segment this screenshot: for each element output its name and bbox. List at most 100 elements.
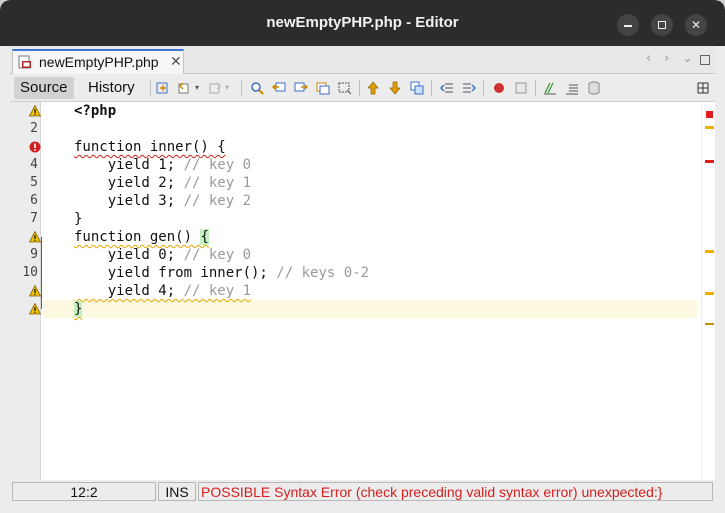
maximize-icon xyxy=(658,21,666,29)
code-text: function gen() xyxy=(74,229,201,245)
line-number: 5 xyxy=(30,175,38,190)
editor-toolbar: Source History ▾ ▾ xyxy=(10,74,715,102)
toolbar-separator xyxy=(241,80,242,96)
code-line[interactable]: } xyxy=(74,210,82,228)
editor-window: newEmptyPHP.php - Editor ✕ newEmptyPHP.p… xyxy=(0,0,725,513)
line-number: 4 xyxy=(30,157,38,172)
tab-bar: newEmptyPHP.php ✕ ‹ › ⌄ xyxy=(10,46,715,74)
next-bookmark-icon[interactable] xyxy=(388,81,402,95)
toggle-bookmark-icon[interactable] xyxy=(410,81,424,95)
warning-marker[interactable] xyxy=(705,126,714,129)
previous-bookmark-icon[interactable] xyxy=(366,81,380,95)
warning-icon[interactable] xyxy=(29,231,41,243)
code-text: yield from inner(); xyxy=(74,265,277,281)
split-editor-icon[interactable] xyxy=(696,81,710,95)
maximize-editor-icon[interactable] xyxy=(700,55,710,65)
code-comment: // key 1 xyxy=(183,283,252,299)
line-number: 2 xyxy=(30,121,38,136)
code-line[interactable]: yield 4; // key 1 xyxy=(74,282,251,300)
tab-scroll-right-icon[interactable]: › xyxy=(664,51,669,66)
forward-dropdown-icon[interactable]: ▾ xyxy=(225,83,239,97)
code-comment: // keys 0-2 xyxy=(276,265,370,281)
caret-position-marker[interactable] xyxy=(705,323,714,325)
title-bar[interactable]: newEmptyPHP.php - Editor ✕ xyxy=(0,0,725,46)
php-file-icon xyxy=(18,55,31,69)
find-selection-icon[interactable] xyxy=(250,81,264,95)
code-line[interactable]: <?php xyxy=(74,102,116,120)
find-next-icon[interactable] xyxy=(294,81,308,95)
matching-brace: } xyxy=(74,301,83,317)
code-line[interactable]: yield from inner(); // keys 0-2 xyxy=(74,264,369,282)
insert-mode[interactable]: INS xyxy=(158,482,196,501)
database-icon[interactable] xyxy=(587,81,601,95)
line-number: 7 xyxy=(30,211,38,226)
line-number: 6 xyxy=(30,193,38,208)
status-bar: 12:2 INS POSSIBLE Syntax Error (check pr… xyxy=(10,480,715,503)
line-number: 10 xyxy=(22,265,38,280)
code-line[interactable]: yield 0; // key 0 xyxy=(74,246,251,264)
comment-icon[interactable] xyxy=(543,81,557,95)
error-summary-marker[interactable] xyxy=(706,111,713,118)
forward-icon[interactable] xyxy=(208,81,222,95)
error-stripe[interactable] xyxy=(701,102,715,480)
code-line[interactable]: } xyxy=(74,300,83,318)
code-comment: // key 1 xyxy=(183,175,252,191)
error-icon[interactable] xyxy=(29,141,41,153)
code-line[interactable]: yield 2; // key 1 xyxy=(74,174,251,192)
code-line[interactable]: yield 3; // key 2 xyxy=(74,192,251,210)
toolbar-separator xyxy=(431,80,432,96)
warning-bulb-icon[interactable] xyxy=(29,105,41,117)
code-line[interactable]: function inner() { xyxy=(74,138,226,156)
current-line-highlight xyxy=(43,300,697,318)
tab-close-icon[interactable]: ✕ xyxy=(170,54,182,70)
warning-icon[interactable] xyxy=(29,285,41,297)
code-comment: // key 0 xyxy=(183,247,252,263)
toolbar-separator xyxy=(359,80,360,96)
status-message: POSSIBLE Syntax Error (check preceding v… xyxy=(198,482,713,501)
toolbar-separator xyxy=(483,80,484,96)
warning-marker[interactable] xyxy=(705,250,714,253)
matching-brace: { xyxy=(200,229,209,245)
tab-newemptyphp[interactable]: newEmptyPHP.php ✕ xyxy=(12,49,184,74)
toggle-highlight-icon[interactable] xyxy=(316,81,330,95)
code-comment: // key 0 xyxy=(183,157,252,173)
source-view-button[interactable]: Source xyxy=(14,77,74,99)
tab-label: newEmptyPHP.php xyxy=(39,54,159,70)
code-comment: // key 2 xyxy=(183,193,252,209)
shift-left-icon[interactable] xyxy=(440,81,454,95)
toolbar-separator xyxy=(150,80,151,96)
close-button[interactable]: ✕ xyxy=(685,14,707,36)
code-text: yield 0; xyxy=(74,247,184,263)
code-text: yield 1; xyxy=(74,157,184,173)
code-editor[interactable]: 2 4 5 6 7 9 10 <?php function inner() { … xyxy=(10,102,715,480)
rectangular-selection-icon[interactable] xyxy=(338,81,352,95)
uncomment-icon[interactable] xyxy=(565,81,579,95)
caret-position[interactable]: 12:2 xyxy=(12,482,156,501)
code-text: inner() { xyxy=(149,139,226,155)
shift-right-icon[interactable] xyxy=(462,81,476,95)
maximize-button[interactable] xyxy=(651,14,673,36)
error-marker[interactable] xyxy=(705,160,714,163)
tab-scroll-left-icon[interactable]: ‹ xyxy=(646,51,651,66)
code-line[interactable]: yield 1; // key 0 xyxy=(74,156,251,174)
close-icon: ✕ xyxy=(690,18,702,32)
code-line[interactable]: function gen() { xyxy=(74,228,209,246)
code-text: yield 3; xyxy=(74,193,184,209)
find-previous-icon[interactable] xyxy=(272,81,286,95)
code-text: yield 4; xyxy=(107,283,184,299)
toolbar-separator xyxy=(535,80,536,96)
history-view-button[interactable]: History xyxy=(82,77,141,99)
line-number: 9 xyxy=(30,247,38,262)
start-macro-recording-icon[interactable] xyxy=(492,81,506,95)
last-edit-icon[interactable] xyxy=(156,81,170,95)
back-dropdown-icon[interactable]: ▾ xyxy=(195,83,209,97)
warning-icon[interactable] xyxy=(29,303,41,315)
back-icon[interactable] xyxy=(178,81,192,95)
code-keyword: function xyxy=(74,139,150,155)
warning-marker[interactable] xyxy=(705,292,714,295)
code-fold-marker[interactable] xyxy=(41,237,42,309)
minimize-button[interactable] xyxy=(617,14,639,36)
stop-macro-recording-icon[interactable] xyxy=(514,81,528,95)
tab-list-dropdown-icon[interactable]: ⌄ xyxy=(682,51,693,66)
